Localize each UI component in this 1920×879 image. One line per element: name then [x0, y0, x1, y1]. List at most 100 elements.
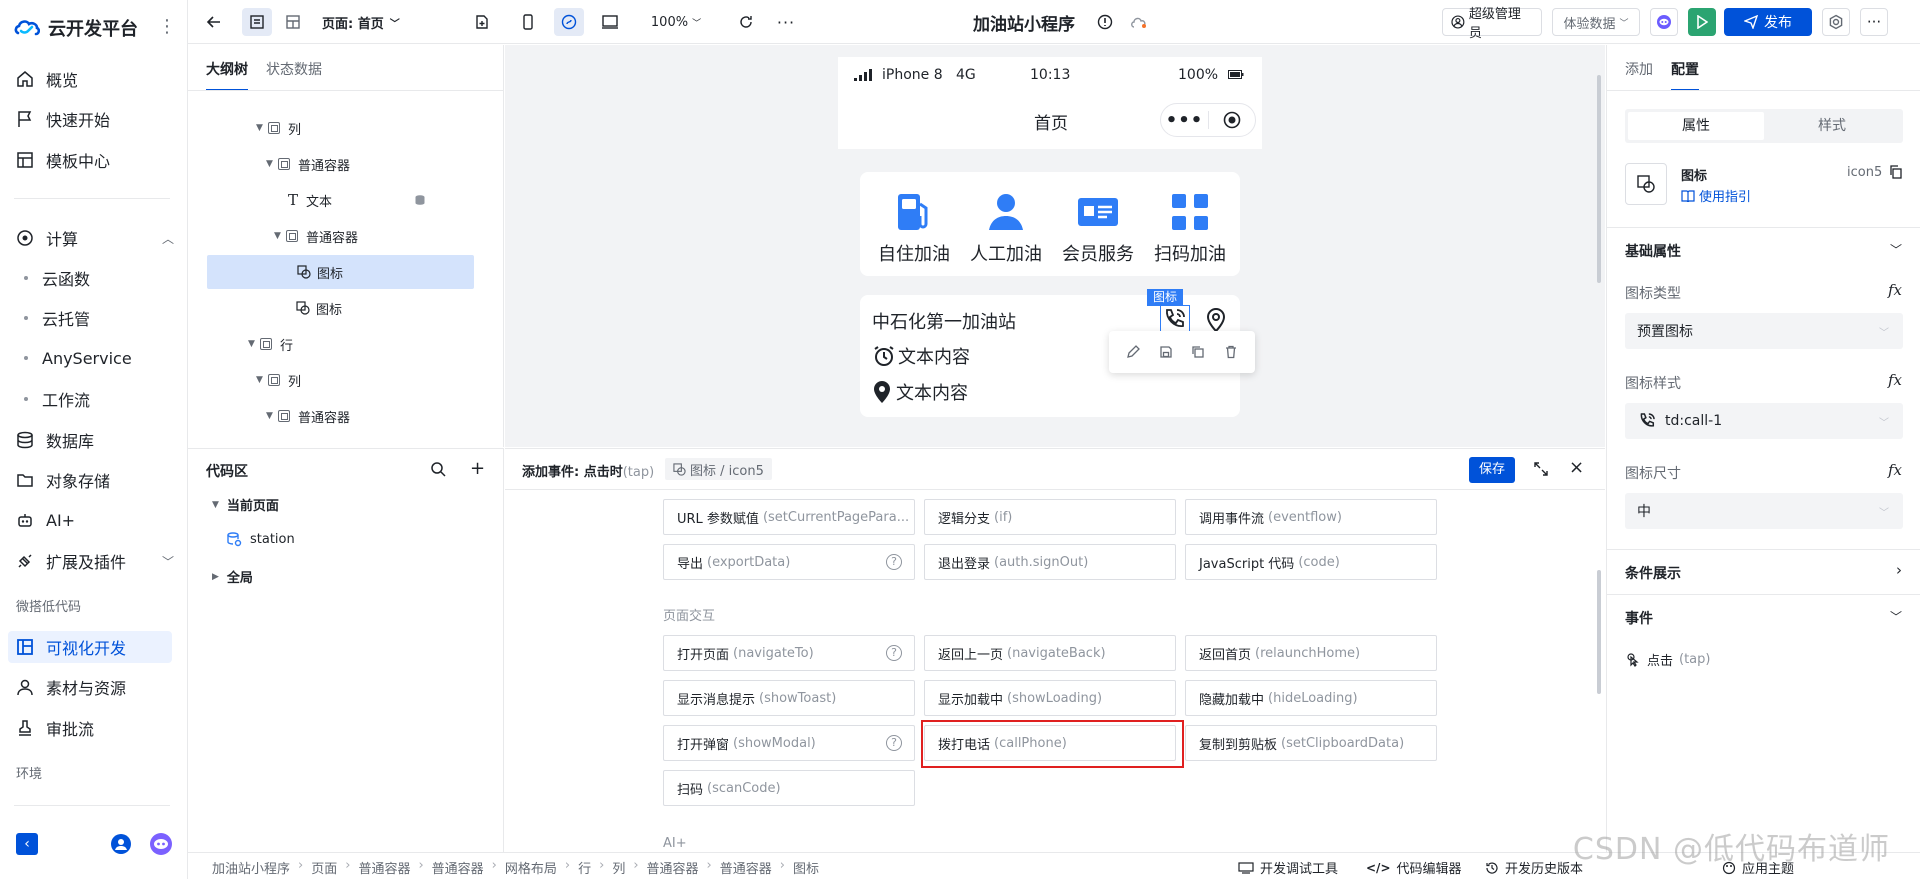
action-show-loading[interactable]: 显示加载中 (showLoading): [924, 680, 1176, 716]
chevron-down-icon[interactable]: ﹀: [1890, 608, 1902, 625]
action-export-data[interactable]: 导出 (exportData)?: [663, 544, 915, 580]
tree-node-icon[interactable]: 图标: [296, 291, 342, 325]
design-canvas[interactable]: iPhone 8 4G 10:13 100% 首页 ••• 自住加油 人工加油: [505, 45, 1605, 447]
more-menu-icon[interactable]: ···: [1860, 8, 1888, 36]
nav-compute[interactable]: 计算 ︿: [14, 222, 174, 254]
nav-overview[interactable]: 概览: [14, 63, 174, 95]
settings-icon[interactable]: [1822, 8, 1850, 36]
crumb-item[interactable]: 页面: [311, 858, 337, 877]
close-icon[interactable]: ×: [1569, 457, 1584, 478]
more-vertical-icon[interactable]: ⋮: [158, 16, 176, 37]
tab-add[interactable]: 添加: [1625, 59, 1653, 91]
action-show-modal[interactable]: 打开弹窗 (showModal)?: [663, 725, 915, 761]
admin-button[interactable]: 超级管理员: [1442, 7, 1542, 41]
section-events[interactable]: 事件: [1625, 608, 1653, 628]
copy-id-icon[interactable]: [1889, 165, 1903, 179]
add-page-icon[interactable]: [468, 8, 496, 36]
nav-extensions[interactable]: 扩展及插件 ﹀: [14, 545, 174, 577]
select-icon-size[interactable]: 中 ﹀: [1625, 493, 1903, 529]
refresh-icon[interactable]: [732, 8, 760, 36]
nav-approval[interactable]: 审批流: [14, 712, 174, 744]
save-button[interactable]: 保存: [1469, 457, 1515, 483]
action-navigate-to[interactable]: 打开页面 (navigateTo)?: [663, 635, 915, 671]
desktop-preview-icon[interactable]: [596, 8, 624, 36]
nav-visual-dev[interactable]: 可视化开发: [8, 631, 172, 663]
mobile-preview-icon[interactable]: [514, 8, 542, 36]
copy-icon[interactable]: [1191, 345, 1205, 359]
tree-node-container[interactable]: ▼ 普通容器: [274, 219, 358, 253]
action-sign-out[interactable]: 退出登录 (auth.signOut): [924, 544, 1176, 580]
service-self-fuel[interactable]: 自住加油: [868, 184, 960, 266]
action-eventflow[interactable]: 调用事件流 (eventflow): [1185, 499, 1437, 535]
info-icon[interactable]: [1094, 8, 1116, 36]
tree-global[interactable]: ▶ 全局: [212, 567, 253, 586]
back-arrow-icon[interactable]: [200, 8, 228, 36]
location-icon[interactable]: [1204, 307, 1228, 333]
crumb-item[interactable]: 行: [578, 858, 591, 877]
action-set-url-param[interactable]: URL 参数赋值 (setCurrentPagePara...: [663, 499, 915, 535]
section-conditional-display[interactable]: 条件展示: [1625, 563, 1681, 583]
history-button[interactable]: 开发历史版本: [1485, 858, 1583, 877]
crumb-item[interactable]: 加油站小程序: [212, 858, 290, 877]
add-icon[interactable]: +: [470, 458, 485, 479]
fx-icon[interactable]: fx: [1888, 461, 1902, 479]
layout-view-icon[interactable]: [278, 8, 308, 36]
capsule-menu[interactable]: •••: [1160, 103, 1256, 137]
cloud-sync-icon[interactable]: [1128, 8, 1150, 36]
ai-assistant-icon[interactable]: [150, 833, 172, 855]
select-icon-type[interactable]: 预置图标 ﹀: [1625, 313, 1903, 349]
search-icon[interactable]: [430, 461, 446, 477]
crumb-item[interactable]: 图标: [793, 858, 819, 877]
action-navigate-back[interactable]: 返回上一页 (navigateBack): [924, 635, 1176, 671]
service-manual-fuel[interactable]: 人工加油: [960, 184, 1052, 266]
nav-templates[interactable]: 模板中心: [14, 144, 174, 176]
crumb-item[interactable]: 普通容器: [432, 858, 484, 877]
event-scrollbar[interactable]: [1597, 570, 1601, 694]
crumb-item[interactable]: 普通容器: [647, 858, 699, 877]
crumb-item[interactable]: 列: [612, 858, 625, 877]
service-scan-fuel[interactable]: 扫码加油: [1144, 184, 1236, 266]
save-template-icon[interactable]: [1159, 345, 1173, 359]
tree-station[interactable]: station: [226, 531, 295, 547]
tree-node-container[interactable]: ▼ 普通容器: [266, 399, 350, 433]
page-selector[interactable]: 页面: 首页 ﹀: [322, 8, 422, 36]
tree-node-container[interactable]: ▼ 普通容器: [266, 147, 350, 181]
tree-node-column[interactable]: ▼ 列: [256, 111, 301, 145]
service-member[interactable]: 会员服务: [1052, 184, 1144, 266]
crumb-item[interactable]: 普通容器: [720, 858, 772, 877]
ai-bot-icon[interactable]: [1650, 8, 1678, 36]
nav-database[interactable]: 数据库: [14, 424, 174, 456]
action-set-clipboard[interactable]: 复制到剪贴板 (setClipboardData): [1185, 725, 1437, 761]
canvas-scrollbar[interactable]: [1597, 75, 1601, 283]
nav-ai[interactable]: AI+: [14, 504, 174, 536]
devtools-button[interactable]: 开发调试工具: [1238, 858, 1338, 877]
tree-node-row[interactable]: ▼ 行: [248, 327, 293, 361]
code-editor-button[interactable]: </> 代码编辑器: [1366, 858, 1462, 878]
nav-workflow[interactable]: 工作流: [14, 384, 90, 414]
nav-anyservice[interactable]: AnyService: [14, 343, 132, 373]
action-scan-code[interactable]: 扫码 (scanCode): [663, 770, 915, 806]
run-icon[interactable]: [1688, 8, 1716, 36]
chevron-down-icon[interactable]: ﹀: [1890, 241, 1902, 258]
action-relaunch-home[interactable]: 返回首页 (relaunchHome): [1185, 635, 1437, 671]
data-mode-selector[interactable]: 体验数据 ﹀: [1552, 8, 1640, 36]
delete-icon[interactable]: [1224, 345, 1238, 359]
usage-guide-link[interactable]: 使用指引: [1681, 186, 1751, 205]
crumb-item[interactable]: 普通容器: [358, 858, 410, 877]
tab-state-data[interactable]: 状态数据: [266, 59, 322, 91]
event-tap-item[interactable]: 点击 (tap): [1625, 650, 1710, 669]
miniprogram-preview-icon[interactable]: [554, 8, 584, 36]
tab-outline[interactable]: 大纲树: [206, 59, 248, 91]
action-js-code[interactable]: JavaScript 代码 (code): [1185, 544, 1437, 580]
chevron-right-icon[interactable]: ›: [1896, 561, 1902, 579]
publish-button[interactable]: 发布: [1724, 8, 1812, 36]
action-show-toast[interactable]: 显示消息提示 (showToast): [663, 680, 915, 716]
expand-icon[interactable]: [1533, 461, 1549, 477]
zoom-selector[interactable]: 100% ﹀: [648, 8, 704, 36]
nav-assets[interactable]: 素材与资源: [14, 671, 174, 703]
brand[interactable]: 云开发平台: [14, 14, 138, 42]
section-basic-props[interactable]: 基础属性: [1625, 241, 1681, 261]
edit-icon[interactable]: [1126, 345, 1141, 359]
fx-icon[interactable]: fx: [1888, 371, 1902, 389]
nav-cloud-func[interactable]: 云函数: [14, 263, 90, 293]
